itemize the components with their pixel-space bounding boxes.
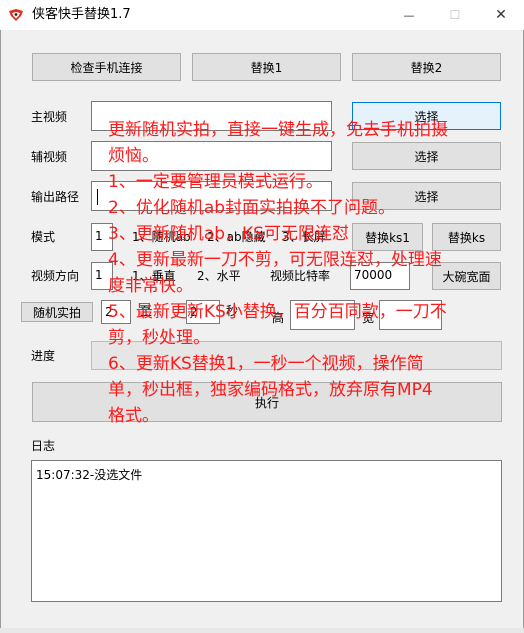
promo-line: 单，秒出框，独家编码格式，放弃原有MP4	[108, 380, 433, 400]
promo-overlay-text: 更新随机实拍，直接一键生成，免去手机拍摄 烦恼。 1、一定要管理员模式运行。 2…	[108, 117, 524, 429]
promo-line: 5、最新更新KS小替换，百分百同款，一刀不	[108, 302, 447, 322]
text-caret	[97, 189, 98, 205]
window-title: 侠客快手替换1.7	[32, 7, 131, 22]
promo-line: 烦恼。	[108, 146, 159, 166]
maximize-icon: ☐	[449, 8, 461, 22]
promo-line: 格式。	[108, 406, 159, 426]
promo-line: 度非常快。	[108, 276, 193, 296]
promo-line: 更新随机实拍，直接一键生成，免去手机拍摄	[108, 120, 448, 140]
replace2-button[interactable]: 替换2	[352, 53, 501, 81]
promo-line: 3、更新随机ab，KS可无限连怼	[108, 224, 349, 244]
promo-line: 剪，秒处理。	[108, 328, 210, 348]
minimize-icon: —	[403, 8, 415, 22]
mode-label: 模式	[31, 230, 56, 244]
video-direction-label: 视频方向	[31, 269, 80, 283]
title-bar[interactable]: 侠客快手替换1.7 — ☐ ✕	[0, 0, 524, 30]
aux-video-label: 辅视频	[31, 150, 68, 164]
promo-line: 1、一定要管理员模式运行。	[108, 172, 323, 192]
log-label: 日志	[31, 439, 56, 453]
promo-line: 6、更新KS替换1，一秒一个视频，操作简	[108, 354, 424, 374]
minimize-button[interactable]: —	[386, 0, 432, 30]
log-line: 15:07:32-没选文件	[36, 468, 143, 482]
app-logo-icon	[9, 9, 23, 21]
replace1-button[interactable]: 替换1	[192, 53, 341, 81]
close-icon: ✕	[495, 7, 507, 23]
random-shot-button[interactable]: 随机实拍	[21, 302, 93, 322]
check-phone-button[interactable]: 检查手机连接	[32, 53, 181, 81]
bottom-strip	[0, 628, 524, 633]
progress-label: 进度	[31, 349, 56, 363]
main-video-label: 主视频	[31, 110, 68, 124]
promo-line: 2、优化随机ab封面实拍换不了问题。	[108, 198, 396, 218]
promo-line: 4、更新最新一刀不剪，可无限连怼，处理速	[108, 250, 442, 270]
output-path-label: 输出路径	[31, 190, 80, 204]
log-textarea[interactable]: 15:07:32-没选文件	[31, 460, 502, 602]
maximize-button[interactable]: ☐	[432, 0, 478, 30]
close-button[interactable]: ✕	[478, 0, 524, 30]
